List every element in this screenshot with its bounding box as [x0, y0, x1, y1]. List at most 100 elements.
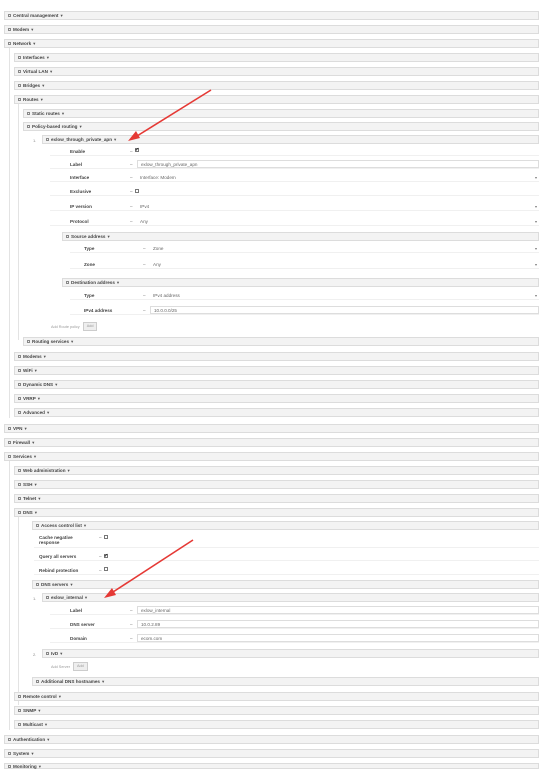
toggle-icon[interactable] [18, 369, 21, 372]
destination-type-select[interactable]: IPv4 address ▾ [150, 291, 539, 299]
dns-item-header[interactable]: exlow_internal ▾ [42, 593, 539, 602]
section-central-management[interactable]: Central management ▾ [4, 11, 539, 20]
row-dns-domain: Domain – ecom.com [50, 634, 539, 643]
chevron-down-icon: ▾ [46, 54, 50, 60]
chevron-down-icon: ▾ [534, 203, 537, 209]
toggle-icon[interactable] [27, 125, 30, 128]
protocol-select[interactable]: Any ▾ [137, 217, 539, 225]
toggle-icon[interactable] [8, 427, 11, 430]
section-remote-control[interactable]: Remote control ▾ [14, 692, 539, 701]
section-modems[interactable]: Modems ▾ [14, 352, 539, 361]
toggle-icon[interactable] [18, 469, 21, 472]
row-dns-server: DNS server – 10.0.2.89 [50, 620, 539, 629]
exclusive-checkbox[interactable] [135, 189, 139, 193]
toggle-icon[interactable] [8, 455, 11, 458]
toggle-icon[interactable] [18, 383, 21, 386]
section-monitoring[interactable]: Monitoring ▾ [4, 763, 539, 769]
toggle-icon[interactable] [8, 42, 11, 45]
toggle-icon[interactable] [46, 652, 49, 655]
section-multicast[interactable]: Multicast ▾ [14, 720, 539, 729]
dns-label-input[interactable]: exlow_internal [137, 606, 539, 614]
toggle-icon[interactable] [46, 138, 49, 141]
section-bridges[interactable]: Bridges ▾ [14, 81, 539, 90]
chevron-down-icon: ▾ [40, 96, 43, 102]
toggle-icon[interactable] [8, 441, 11, 444]
section-routes[interactable]: Routes ▾ [14, 95, 539, 104]
policy-item-header[interactable]: exlow_through_private_apn ▾ [42, 135, 539, 144]
toggle-icon[interactable] [36, 524, 39, 527]
interface-select[interactable]: Interface: Modem ▾ [137, 173, 539, 181]
section-telnet[interactable]: Telnet ▾ [14, 494, 539, 503]
chevron-down-icon: ▾ [83, 522, 87, 528]
toggle-icon[interactable] [27, 340, 30, 343]
section-access-control-list[interactable]: Access control list ▾ [32, 521, 539, 530]
section-ssh[interactable]: SSH ▾ [14, 480, 539, 489]
section-wifi[interactable]: WiFi ▾ [14, 366, 539, 375]
section-dns-servers[interactable]: DNS servers ▾ [32, 580, 539, 589]
add-route-policy-button[interactable]: Add [82, 322, 98, 331]
section-services[interactable]: Services ▾ [4, 452, 539, 461]
destination-ipv4-input[interactable]: 10.0.0.0/25 [150, 306, 539, 314]
toggle-icon[interactable] [66, 235, 69, 238]
section-firewall[interactable]: Firewall ▾ [4, 438, 539, 447]
source-zone-select[interactable]: Any ▾ [150, 260, 539, 268]
section-web-administration[interactable]: Web administration ▾ [14, 466, 539, 475]
toggle-icon[interactable] [18, 695, 21, 698]
toggle-icon[interactable] [8, 28, 11, 31]
source-type-select[interactable]: Zone ▾ [150, 244, 539, 252]
section-system[interactable]: System ▾ [4, 749, 539, 758]
add-server-button[interactable]: Add [73, 662, 88, 671]
toggle-icon[interactable] [18, 56, 21, 59]
chevron-down-icon: ▾ [534, 245, 537, 251]
toggle-icon[interactable] [36, 583, 39, 586]
chevron-down-icon: ▾ [116, 279, 120, 285]
toggle-icon[interactable] [18, 70, 21, 73]
toggle-icon[interactable] [18, 411, 21, 414]
chevron-down-icon: ▾ [58, 693, 62, 699]
chevron-down-icon: ▾ [55, 381, 58, 387]
add-server-row: Add Server Add [51, 662, 88, 671]
label-input[interactable]: exlow_through_private_apn [137, 160, 539, 168]
section-additional-dns-hostnames[interactable]: Additional DNS hostnames ▾ [32, 677, 539, 686]
section-dns[interactable]: DNS ▾ [14, 508, 539, 517]
cache-negative-checkbox[interactable] [104, 535, 108, 539]
toggle-icon[interactable] [66, 281, 69, 284]
section-network[interactable]: Network ▾ [4, 39, 539, 48]
ip-version-select[interactable]: IPv4 ▾ [137, 202, 539, 210]
section-interfaces[interactable]: Interfaces ▾ [14, 53, 539, 62]
section-virtual-lan[interactable]: Virtual LAN ▾ [14, 67, 539, 76]
chevron-down-icon: ▾ [38, 495, 41, 501]
toggle-icon[interactable] [18, 511, 21, 514]
rebind-protection-checkbox[interactable] [104, 567, 108, 571]
section-modem[interactable]: Modem ▾ [4, 25, 539, 34]
toggle-icon[interactable] [18, 497, 21, 500]
section-vrrp[interactable]: VRRP ▾ [14, 394, 539, 403]
section-snmp[interactable]: SNMP ▾ [14, 706, 539, 715]
dns-server-input[interactable]: 10.0.2.89 [137, 620, 539, 628]
dns-domain-input[interactable]: ecom.com [137, 634, 539, 642]
section-advanced[interactable]: Advanced ▾ [14, 408, 539, 417]
toggle-icon[interactable] [18, 709, 21, 712]
toggle-icon[interactable] [8, 14, 11, 17]
toggle-icon[interactable] [8, 765, 11, 768]
section-policy-based-routing[interactable]: Policy-based routing ▾ [23, 122, 539, 131]
toggle-icon[interactable] [18, 397, 21, 400]
section-vpn[interactable]: VPN ▾ [4, 424, 539, 433]
toggle-icon[interactable] [18, 483, 21, 486]
toggle-icon[interactable] [18, 723, 21, 726]
section-routing-services[interactable]: Routing services ▾ [23, 337, 539, 346]
section-authentication[interactable]: Authentication ▾ [4, 735, 539, 744]
toggle-icon[interactable] [27, 112, 30, 115]
section-static-routes[interactable]: Static routes ▾ [23, 109, 539, 118]
toggle-icon[interactable] [36, 680, 39, 683]
toggle-icon[interactable] [18, 84, 21, 87]
section-source-address[interactable]: Source address ▾ [62, 232, 539, 241]
toggle-icon[interactable] [18, 355, 21, 358]
toggle-icon[interactable] [8, 752, 11, 755]
toggle-icon[interactable] [18, 98, 21, 101]
toggle-icon[interactable] [46, 596, 49, 599]
section-destination-address[interactable]: Destination address ▾ [62, 278, 539, 287]
toggle-icon[interactable] [8, 738, 11, 741]
dns-item2-header[interactable]: IvD ▾ [42, 649, 539, 658]
section-dynamic-dns[interactable]: Dynamic DNS ▾ [14, 380, 539, 389]
